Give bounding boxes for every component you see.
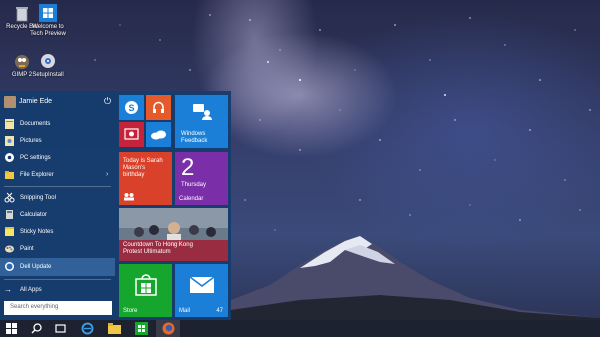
installer-icon <box>39 52 57 70</box>
documents-icon <box>5 119 14 129</box>
taskbar-firefox[interactable] <box>156 320 180 337</box>
desktop-icon-welcome[interactable]: Welcome to Tech Preview <box>26 4 70 38</box>
tile-mail[interactable]: Mail 47 <box>175 264 228 317</box>
headphones-icon <box>153 101 164 113</box>
firefox-icon <box>162 322 175 335</box>
dell-icon <box>5 262 14 271</box>
gear-icon <box>5 153 14 162</box>
tile-text-3: birthday <box>123 172 145 178</box>
news-headline: Countdown To Hong Kong <box>123 242 193 248</box>
store-icon <box>135 322 148 335</box>
menu-item-label: File Explorer <box>20 172 54 178</box>
menu-item-paint[interactable]: Paint <box>0 240 115 258</box>
tile-text-2: Mason's <box>123 165 146 171</box>
taskbar-search-button[interactable] <box>25 320 47 337</box>
menu-item-file-explorer[interactable]: File Explorer › <box>0 166 115 184</box>
tile-news[interactable]: Countdown To Hong Kong Protest Ultimatum <box>119 208 228 261</box>
desktop-icon-label: Welcome to <box>32 24 64 30</box>
tile-people[interactable]: Today is Sarah Mason's birthday <box>119 152 172 205</box>
people-icon <box>124 193 134 201</box>
mail-count-badge: 47 <box>216 308 223 314</box>
skype-icon: S <box>125 101 138 114</box>
cloud-icon <box>151 130 166 140</box>
windows-logo-icon <box>39 4 57 22</box>
start-menu: Jamie Ede ⏻ Documents Pictures PC settin… <box>0 91 231 320</box>
menu-item-pc-settings[interactable]: PC settings <box>0 149 115 167</box>
folder-icon <box>108 323 121 334</box>
paint-icon <box>5 245 14 253</box>
tile-skype[interactable]: S <box>119 95 144 120</box>
tile-label: Mail <box>179 308 191 314</box>
internet-explorer-icon <box>81 322 94 335</box>
task-view-button[interactable] <box>49 320 71 337</box>
pictures-icon <box>5 136 14 146</box>
arrow-right-icon: → <box>4 285 12 294</box>
news-headline-2: Protest Ultimatum <box>123 249 171 255</box>
all-apps-label: All Apps <box>20 287 42 293</box>
menu-item-snipping-tool[interactable]: Snipping Tool <box>0 189 115 207</box>
calendar-day-number: 2 <box>181 154 195 181</box>
menu-item-pictures[interactable]: Pictures <box>0 132 115 150</box>
menu-item-label: Paint <box>20 246 34 252</box>
taskbar-store[interactable] <box>130 320 152 337</box>
taskbar-file-explorer[interactable] <box>103 320 125 337</box>
all-apps-button[interactable]: → All Apps <box>0 281 115 299</box>
menu-separator <box>4 279 111 280</box>
video-icon <box>124 128 139 140</box>
tile-onedrive[interactable] <box>146 122 171 147</box>
tile-label-2: Feedback <box>181 138 208 144</box>
menu-item-label: Documents <box>20 121 51 127</box>
search-input[interactable]: Search everything <box>4 301 112 315</box>
start-menu-left-column: Jamie Ede ⏻ Documents Pictures PC settin… <box>0 91 115 320</box>
tile-text: Today is Sarah <box>123 158 163 164</box>
menu-item-label: Sticky Notes <box>20 229 54 235</box>
tile-music[interactable] <box>146 95 171 120</box>
start-button[interactable] <box>0 320 24 337</box>
windows-logo-icon <box>6 323 17 334</box>
chevron-right-icon[interactable]: › <box>106 171 108 178</box>
menu-separator <box>4 186 111 187</box>
folder-icon <box>5 171 14 179</box>
menu-item-dell-update[interactable]: Dell Update <box>0 258 115 276</box>
taskbar <box>0 320 600 337</box>
menu-item-label: Snipping Tool <box>20 195 56 201</box>
tile-video[interactable] <box>119 122 144 147</box>
menu-item-label: Calculator <box>20 212 48 218</box>
user-account[interactable]: Jamie Ede ⏻ <box>0 93 115 111</box>
tile-label: Windows <box>181 131 206 137</box>
menu-item-label: Pictures <box>20 138 42 144</box>
avatar <box>4 96 16 108</box>
search-placeholder: Search everything <box>10 304 59 310</box>
calculator-icon <box>6 210 13 219</box>
menu-item-documents[interactable]: Documents <box>0 115 115 133</box>
menu-item-sticky-notes[interactable]: Sticky Notes <box>0 223 115 241</box>
feedback-icon <box>193 104 212 120</box>
store-icon <box>135 274 157 296</box>
desktop-icon-label: SetupInstall <box>32 72 64 78</box>
taskbar-internet-explorer[interactable] <box>76 320 98 337</box>
mail-icon <box>189 276 215 293</box>
calendar-day-name: Thursday <box>181 182 207 188</box>
tile-label: Store <box>123 308 138 314</box>
menu-item-label: Dell Update <box>20 264 52 270</box>
scissors-icon <box>4 192 15 203</box>
desktop-icon-label-2: Tech Preview <box>30 31 66 37</box>
power-icon[interactable]: ⏻ <box>104 96 111 107</box>
menu-item-label: PC settings <box>20 155 51 161</box>
task-view-icon <box>55 324 66 333</box>
svg-text:S: S <box>128 103 134 113</box>
tile-label: Calendar <box>179 196 204 202</box>
desktop-icon-setup[interactable]: SetupInstall <box>26 52 70 79</box>
menu-item-calculator[interactable]: Calculator <box>0 206 115 224</box>
search-icon <box>31 323 42 334</box>
sticky-notes-icon <box>5 227 14 236</box>
tile-windows-feedback[interactable]: Windows Feedback <box>175 95 228 148</box>
user-name: Jamie Ede <box>19 98 53 105</box>
tile-store[interactable]: Store <box>119 264 172 317</box>
tile-calendar[interactable]: 2 Thursday Calendar <box>175 152 228 205</box>
